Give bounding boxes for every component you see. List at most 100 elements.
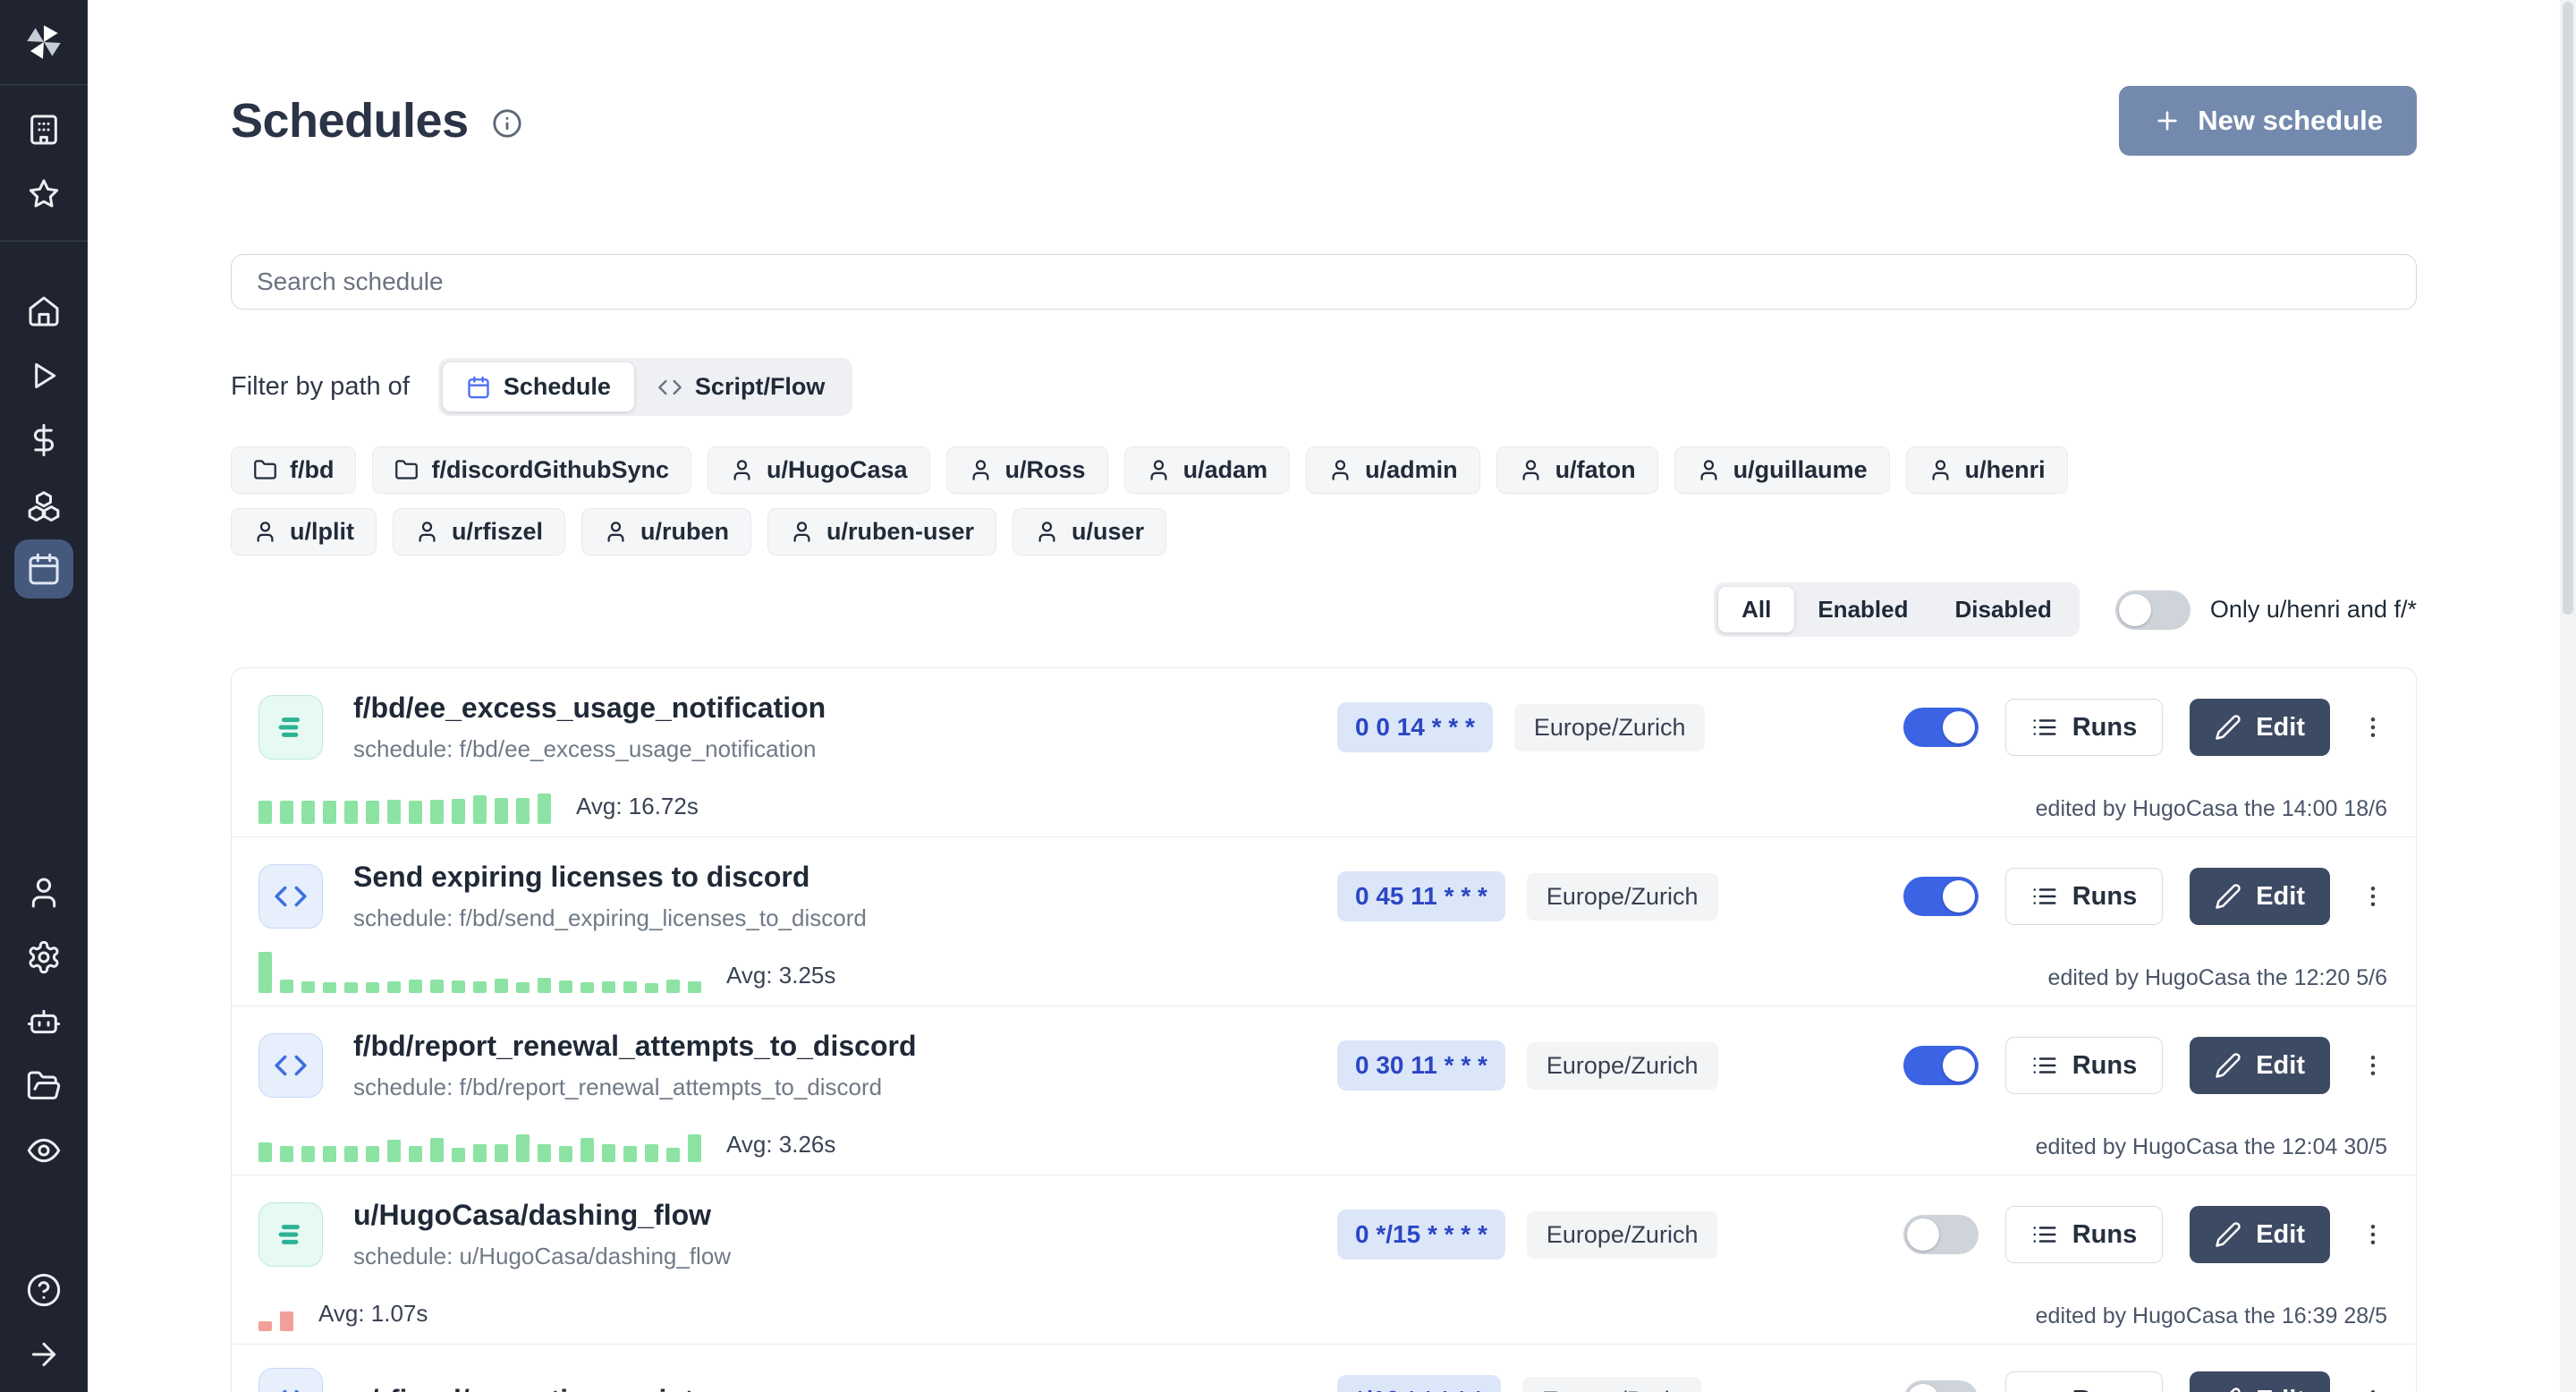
segmented-option[interactable]: Schedule	[443, 362, 634, 412]
path-filter-chip[interactable]: u/henri	[1906, 446, 2068, 494]
schedule-path[interactable]: u/rfiszel/evocative_script	[353, 1384, 1337, 1392]
sidebar-item-runs[interactable]	[0, 344, 88, 408]
avg-duration: Avg: 3.25s	[726, 962, 835, 989]
segmented-option-icon	[466, 375, 491, 400]
list-icon	[2031, 883, 2058, 910]
path-filter-chip[interactable]: f/discordGithubSync	[372, 446, 691, 494]
sidebar-item-variables[interactable]	[0, 408, 88, 472]
run-duration-bar	[495, 1144, 508, 1162]
path-filter-chip[interactable]: u/adam	[1124, 446, 1291, 494]
sidebar-item-settings[interactable]	[0, 925, 88, 989]
chip-icon	[1035, 520, 1059, 544]
sidebar-item-folders[interactable]	[0, 1054, 88, 1118]
segmented-option[interactable]: Enabled	[1794, 587, 1931, 632]
segmented-option[interactable]: Disabled	[1931, 587, 2074, 632]
sidebar-expand[interactable]	[0, 1322, 88, 1387]
segmented-option[interactable]: Script/Flow	[634, 362, 849, 412]
sidebar-item-help[interactable]	[0, 1258, 88, 1322]
filter-label: Filter by path of	[231, 372, 410, 402]
enable-toggle[interactable]	[1903, 1046, 1979, 1085]
run-duration-bar	[430, 800, 444, 824]
chip-icon	[1519, 458, 1543, 482]
sidebar-item-home[interactable]	[0, 279, 88, 344]
timezone-badge: Europe/Zurich	[1527, 873, 1718, 921]
path-filter-chip[interactable]: u/user	[1013, 508, 1166, 556]
runs-button[interactable]: Runs	[2005, 1037, 2164, 1094]
runs-button[interactable]: Runs	[2005, 868, 2164, 925]
run-duration-bar	[452, 1148, 465, 1162]
only-henri-toggle[interactable]	[2115, 590, 2190, 630]
path-filter-chip[interactable]: u/faton	[1496, 446, 1658, 494]
timezone-badge: Europe/Zurich	[1527, 1211, 1718, 1259]
run-duration-bar	[516, 1134, 530, 1162]
path-filter-chip[interactable]: u/Ross	[946, 446, 1108, 494]
schedule-type-icon	[258, 1368, 323, 1392]
sidebar-item-favorites[interactable]	[0, 162, 88, 226]
run-duration-bar	[688, 1134, 701, 1162]
schedule-path[interactable]: Send expiring licenses to discord	[353, 861, 1337, 894]
edit-button[interactable]: Edit	[2190, 1206, 2330, 1263]
schedule-path[interactable]: f/bd/report_renewal_attempts_to_discord	[353, 1030, 1337, 1063]
edit-button[interactable]: Edit	[2190, 868, 2330, 925]
enable-toggle[interactable]	[1903, 1215, 1979, 1254]
schedule-path[interactable]: u/HugoCasa/dashing_flow	[353, 1199, 1337, 1232]
path-filter-chip[interactable]: u/lplit	[231, 508, 377, 556]
schedule-target: schedule: u/HugoCasa/dashing_flow	[353, 1243, 1337, 1270]
main-content: Schedules New schedule Filter by path of…	[88, 86, 2560, 1392]
run-duration-bar	[258, 1142, 272, 1162]
kebab-menu[interactable]	[2357, 1379, 2389, 1392]
edit-button[interactable]: Edit	[2190, 699, 2330, 756]
schedule-row: f/bd/ee_excess_usage_notification schedu…	[232, 668, 2416, 837]
path-filter-chip[interactable]: u/HugoCasa	[708, 446, 930, 494]
sidebar-item-workspace[interactable]	[0, 98, 88, 162]
kebab-menu[interactable]	[2357, 1044, 2389, 1087]
search-input[interactable]	[231, 254, 2417, 310]
kebab-menu[interactable]	[2357, 875, 2389, 918]
runs-button[interactable]: Runs	[2005, 1206, 2164, 1263]
enable-toggle[interactable]	[1903, 877, 1979, 916]
edit-button[interactable]: Edit	[2190, 1037, 2330, 1094]
cron-badge: 0 45 11 * * *	[1337, 871, 1505, 921]
chip-icon	[394, 458, 419, 482]
run-duration-bar	[559, 1146, 572, 1162]
sidebar-item-users[interactable]	[0, 861, 88, 925]
chip-icon	[415, 520, 439, 544]
chip-label: u/admin	[1365, 456, 1458, 484]
info-icon[interactable]	[492, 108, 522, 139]
sidebar-item-workers[interactable]	[0, 989, 88, 1054]
arrow-right-icon	[26, 1337, 62, 1372]
sidebar-item-audit-logs[interactable]	[0, 1118, 88, 1183]
run-duration-bar	[323, 982, 336, 993]
chip-label: u/lplit	[290, 518, 354, 546]
kebab-icon	[2360, 883, 2386, 910]
sidebar-item-resources[interactable]	[0, 472, 88, 537]
run-duration-bar	[387, 981, 401, 993]
path-filter-chip[interactable]: u/rfiszel	[393, 508, 565, 556]
chip-label: u/faton	[1555, 456, 1636, 484]
enable-toggle[interactable]	[1903, 708, 1979, 747]
path-filter-chip[interactable]: u/ruben-user	[767, 508, 996, 556]
windmill-logo[interactable]	[0, 0, 88, 85]
runs-button[interactable]: Runs	[2005, 699, 2164, 756]
path-filter-chip[interactable]: u/admin	[1306, 446, 1480, 494]
sidebar-item-schedules[interactable]	[0, 537, 88, 601]
run-duration-bar	[409, 801, 422, 824]
run-duration-bar	[559, 980, 572, 993]
runs-button[interactable]: Runs	[2005, 1371, 2164, 1392]
edit-button[interactable]: Edit	[2190, 1371, 2330, 1392]
chip-icon	[730, 458, 754, 482]
kebab-menu[interactable]	[2357, 706, 2389, 749]
kebab-menu[interactable]	[2357, 1213, 2389, 1256]
run-duration-bar	[473, 795, 487, 824]
enable-toggle[interactable]	[1903, 1380, 1979, 1392]
chip-label: u/adam	[1183, 456, 1268, 484]
schedule-path[interactable]: f/bd/ee_excess_usage_notification	[353, 692, 1337, 725]
run-duration-bar	[623, 981, 637, 993]
path-filter-chip[interactable]: u/ruben	[581, 508, 751, 556]
path-filter-chip[interactable]: f/bd	[231, 446, 356, 494]
new-schedule-button[interactable]: New schedule	[2119, 86, 2417, 156]
segmented-option[interactable]: All	[1718, 587, 1794, 632]
list-icon	[2031, 1221, 2058, 1248]
path-filter-chip[interactable]: u/guillaume	[1674, 446, 1890, 494]
page-scrollbar[interactable]	[2560, 0, 2576, 1392]
